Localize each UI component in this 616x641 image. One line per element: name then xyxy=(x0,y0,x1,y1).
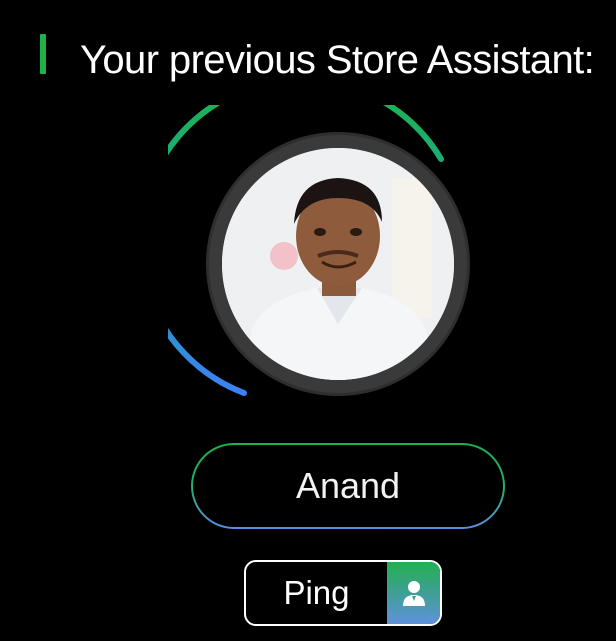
ping-button[interactable]: Ping xyxy=(244,560,442,626)
title-accent-bar xyxy=(40,34,46,74)
assistant-name: Anand xyxy=(193,445,503,527)
user-icon xyxy=(387,562,440,624)
ping-button-label: Ping xyxy=(283,574,350,611)
assistant-photo xyxy=(222,148,454,380)
avatar xyxy=(209,135,467,393)
assistant-name-pill: Anand xyxy=(191,443,505,529)
page-title: Your previous Store Assistant: xyxy=(80,38,595,82)
user-icon-glyph xyxy=(402,581,425,606)
assistant-avatar-container xyxy=(168,105,468,405)
person-photo-illustration xyxy=(222,148,454,380)
